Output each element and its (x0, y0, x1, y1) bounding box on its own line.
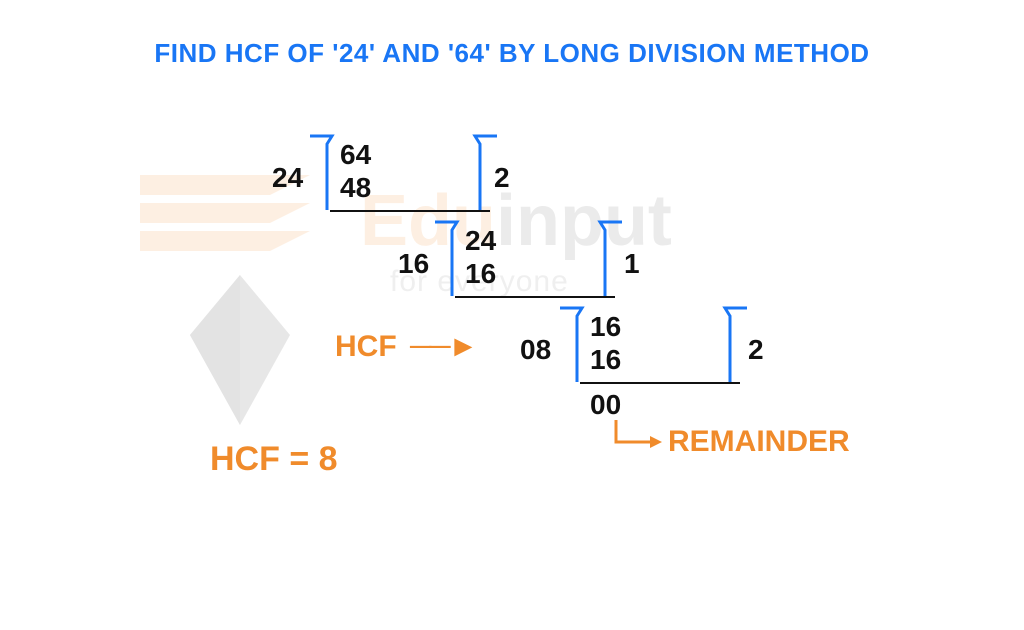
step2-subtraction-line (455, 296, 615, 298)
step1-product: 48 (340, 171, 371, 204)
arrow-right-icon: ──► (410, 330, 476, 364)
hcf-result: HCF = 8 (210, 440, 338, 479)
hcf-label: HCF (335, 330, 397, 364)
step1-subtraction-line (330, 210, 490, 212)
step1-quotient: 2 (494, 162, 510, 194)
diagram-stage: Eduinput for everyone 24 64 48 2 16 24 1… (0, 120, 1024, 590)
page-title: FIND HCF OF '24' AND '64' BY LONG DIVISI… (0, 0, 1024, 69)
division-bracket-3 (550, 302, 780, 402)
arrow-down-right-icon (608, 420, 668, 470)
step1-divisor: 24 (272, 162, 303, 194)
step3-quotient: 2 (748, 334, 764, 366)
step2-dividend: 24 (465, 224, 496, 257)
step2-quotient: 1 (624, 248, 640, 280)
division-bracket-2 (425, 216, 655, 316)
step1-dividend: 64 (340, 138, 371, 171)
step2-product: 16 (465, 257, 496, 290)
step3-divisor: 08 (520, 334, 551, 366)
remainder-label: REMAINDER (668, 425, 850, 459)
pen-icon (180, 275, 300, 435)
step3-product: 16 (590, 343, 621, 376)
final-remainder: 00 (590, 388, 621, 421)
step3-dividend: 16 (590, 310, 621, 343)
step3-subtraction-line (580, 382, 740, 384)
step2-divisor: 16 (398, 248, 429, 280)
